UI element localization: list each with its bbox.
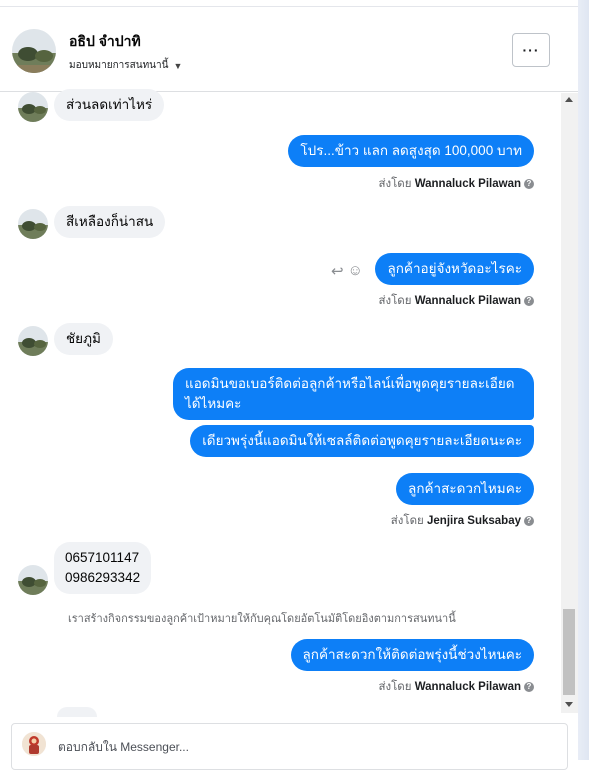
scroll-up-arrow-icon[interactable] <box>565 97 573 102</box>
phone-number: 0986293342 <box>65 570 141 585</box>
sender-name: Jenjira Suksabay <box>427 515 521 527</box>
sent-by-label: ส่งโดย Wannaluck Pilawan? <box>378 678 534 696</box>
contact-avatar-small <box>18 209 48 239</box>
landscape-photo-icon <box>18 326 48 356</box>
help-icon[interactable]: ? <box>524 178 534 189</box>
assign-label: มอบหมายการสนทนานี้ <box>69 60 169 71</box>
scrollbar-thumb[interactable] <box>563 609 575 695</box>
sent-by-label: ส่งโดย Wannaluck Pilawan? <box>378 175 534 193</box>
sent-by-prefix: ส่งโดย <box>378 295 412 307</box>
landscape-photo-icon <box>12 29 56 73</box>
scroll-down-arrow-icon[interactable] <box>565 702 573 707</box>
help-icon[interactable]: ? <box>524 515 534 526</box>
sender-name: Wannaluck Pilawan <box>414 295 521 307</box>
landscape-photo-icon <box>18 92 48 122</box>
page-avatar <box>22 732 46 756</box>
sent-by-prefix: ส่งโดย <box>378 178 412 190</box>
system-notice: เราสร้างกิจกรรมของลูกค้าเป้าหมายให้กับคุ… <box>68 613 456 625</box>
reply-icon[interactable]: ↩ <box>331 262 344 280</box>
landscape-photo-icon <box>18 209 48 239</box>
sent-by-prefix: ส่งโดย <box>390 515 424 527</box>
incoming-message: ชัยภูมิ <box>54 323 113 355</box>
help-icon[interactable]: ? <box>524 295 534 306</box>
message-line: ได้ไหมคะ <box>185 396 242 411</box>
message-actions: ↩ ☺ <box>331 262 363 280</box>
partial-message-bubble <box>57 707 97 717</box>
outgoing-message: ลูกค้าสะดวกให้ติดต่อพรุ่งนี้ช่วงไหนคะ <box>290 639 534 671</box>
page-logo-icon <box>22 732 46 756</box>
message-line: แอดมินขอเบอร์ติดต่อลูกค้าหรือไลน์เพื่อพู… <box>185 376 515 391</box>
incoming-message: ส่วนลดเท่าไหร่ <box>54 89 165 121</box>
outgoing-message: ลูกค้าสะดวกไหมคะ <box>396 473 534 505</box>
conversation-panel: อธิป จำปาทิ มอบหมายการสนทนานี้ ▼ ··· ส่ว… <box>0 0 578 770</box>
outgoing-message: โปร...ข้าว แลก ลดสูงสุด 100,000 บาท <box>288 135 534 167</box>
contact-avatar[interactable] <box>12 29 56 73</box>
more-options-button[interactable]: ··· <box>512 33 550 67</box>
landscape-photo-icon <box>18 565 48 595</box>
sender-name: Wannaluck Pilawan <box>414 178 521 190</box>
caret-down-icon: ▼ <box>173 60 183 71</box>
phone-number: 0657101147 <box>65 550 140 565</box>
message-scrollbar[interactable] <box>561 93 578 713</box>
sent-by-label: ส่งโดย Jenjira Suksabay? <box>391 512 534 530</box>
sender-name: Wannaluck Pilawan <box>414 681 521 693</box>
contact-avatar-small <box>18 326 48 356</box>
reply-input[interactable]: ตอบกลับใน Messenger... <box>58 738 189 757</box>
contact-avatar-small <box>18 92 48 122</box>
outgoing-message: ลูกค้าอยู่จังหวัดอะไรคะ <box>375 253 534 285</box>
conversation-header: อธิป จำปาทิ มอบหมายการสนทนานี้ ▼ ··· <box>0 7 578 92</box>
help-icon[interactable]: ? <box>524 681 534 692</box>
incoming-message: 0657101147 0986293342 <box>54 542 152 594</box>
contact-name[interactable]: อธิป จำปาทิ <box>69 31 141 53</box>
sent-by-label: ส่งโดย Wannaluck Pilawan? <box>378 292 534 310</box>
reply-composer[interactable]: ตอบกลับใน Messenger... <box>11 723 568 770</box>
emoji-icon[interactable]: ☺ <box>348 262 363 280</box>
outgoing-message: เดียวพรุ่งนี้แอดมินให้เซลล์ติดต่อพูดคุยร… <box>190 425 534 457</box>
incoming-message: สีเหลืองก็น่าสน <box>54 206 166 238</box>
window-edge <box>578 0 589 760</box>
sent-by-prefix: ส่งโดย <box>378 681 412 693</box>
assign-conversation-dropdown[interactable]: มอบหมายการสนทนานี้ ▼ <box>69 58 182 73</box>
outgoing-message: แอดมินขอเบอร์ติดต่อลูกค้าหรือไลน์เพื่อพู… <box>173 368 534 420</box>
contact-avatar-small <box>18 565 48 595</box>
